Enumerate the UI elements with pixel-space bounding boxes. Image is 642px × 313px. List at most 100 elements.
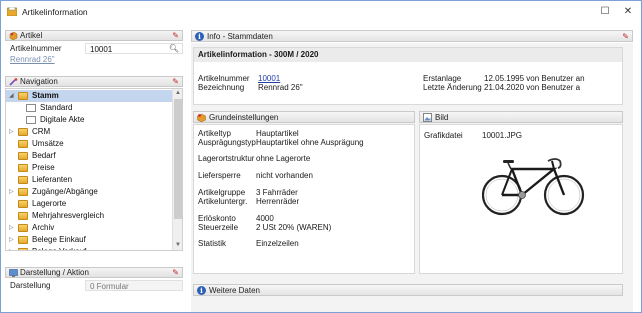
nav-item[interactable]: ◢ Stamm — [6, 90, 172, 102]
darstellung-panel-header[interactable]: Darstellung / Aktion ✎ — [5, 267, 183, 278]
info-stammdaten-title: Info - Stammdaten — [207, 32, 273, 41]
folder-icon — [18, 152, 28, 160]
bezeichnung-value: Rennrad 26" — [258, 83, 303, 92]
nav-item-label: Bedarf — [32, 151, 56, 160]
navigation-icon — [9, 78, 18, 86]
nav-item-label: Belege Verkauf — [32, 247, 86, 250]
grafikdatei-value: 10001.JPG — [482, 131, 523, 140]
scroll-thumb[interactable] — [174, 99, 182, 219]
expander-icon[interactable]: ▷ — [9, 187, 16, 197]
nav-item[interactable]: ▷ Zugänge/Abgänge — [6, 186, 172, 198]
bicycle-image — [482, 158, 585, 216]
darstellung-icon — [9, 269, 18, 277]
bild-card: Grafikdatei 10001.JPG — [419, 124, 623, 274]
folder-icon — [18, 164, 28, 172]
scroll-down-icon[interactable]: ▼ — [173, 241, 182, 250]
grundeinstellungen-card: Artikeltyp Hauptartikel Ausprägungstyp Haup… — [193, 124, 415, 274]
document-icon — [26, 116, 36, 124]
setting-value: Herrenräder — [256, 197, 300, 206]
nav-item[interactable]: Lieferanten — [6, 174, 172, 186]
search-icon[interactable]: 🔍︎ — [169, 44, 179, 53]
expander-icon[interactable]: ▷ — [9, 247, 16, 250]
grundeinstellungen-header[interactable]: Grundeinstellungen — [193, 111, 415, 123]
weitere-daten-header[interactable]: i Weitere Daten — [193, 284, 623, 296]
artikel-panel-title: Artikel — [20, 31, 43, 40]
article-info-window: Artikelinformation ☐ ✕ Artikel ✎ Artikel… — [0, 0, 642, 313]
setting-value: Hauptartikel ohne Ausprägung — [256, 138, 364, 147]
setting-value: 2 USt 20% (WAREN) — [256, 223, 332, 232]
bild-header[interactable]: Bild — [419, 111, 623, 123]
nav-scrollbar[interactable]: ▲ ▼ — [172, 89, 182, 250]
grafikdatei-label: Grafikdatei — [424, 131, 463, 140]
setting-label: Statistik — [198, 239, 227, 248]
pin-icon[interactable]: ✎ — [172, 31, 179, 41]
nav-item[interactable]: ▷ CRM — [6, 126, 172, 138]
pin-icon[interactable]: ✎ — [172, 77, 179, 87]
artikelnummer-input[interactable]: 10001 🔍︎ — [85, 43, 183, 54]
expander-icon[interactable]: ▷ — [9, 235, 16, 245]
scroll-up-icon[interactable]: ▲ — [173, 89, 182, 98]
info-stammdaten-header[interactable]: i Info - Stammdaten ✎ — [191, 30, 633, 42]
setting-label: Lagerortstruktur — [198, 154, 255, 163]
folder-icon — [18, 212, 28, 220]
document-icon — [26, 104, 36, 112]
pin-icon[interactable]: ✎ — [622, 32, 629, 42]
folder-icon — [18, 188, 28, 196]
artikel-panel-header[interactable]: Artikel ✎ — [5, 30, 183, 41]
darstellung-select[interactable]: 0 Formular — [85, 280, 183, 291]
nav-item-label: Belege Einkauf — [32, 235, 86, 244]
darstellung-row: Darstellung 0 Formular — [5, 280, 183, 291]
grundeinstellungen-icon — [197, 113, 206, 122]
darstellung-panel-title: Darstellung / Aktion — [20, 268, 89, 277]
nav-item[interactable]: Digitale Akte — [6, 114, 172, 126]
nav-item-label: CRM — [32, 127, 51, 136]
setting-value: nicht vorhanden — [256, 171, 313, 180]
window-title: Artikelinformation — [22, 7, 88, 17]
title-bar: Artikelinformation ☐ ✕ — [1, 1, 641, 23]
nav-item[interactable]: Lagerorte — [6, 198, 172, 210]
grundeinstellungen-title: Grundeinstellungen — [209, 113, 279, 122]
folder-icon — [18, 176, 28, 184]
nav-item-label: Digitale Akte — [40, 115, 85, 124]
nav-item-label: Preise — [32, 163, 55, 172]
nav-item[interactable]: Bedarf — [6, 150, 172, 162]
nav-item-label: Mehrjahresvergleich — [32, 211, 105, 220]
artikelinformation-title: Artikelinformation - 300M / 2020 — [198, 50, 319, 59]
info-panel: i Info - Stammdaten ✎ Artikelinformation… — [191, 30, 633, 312]
nav-item-label: Lagerorte — [32, 199, 67, 208]
folder-icon — [18, 92, 28, 100]
artikelinformation-titlebar: Artikelinformation - 300M / 2020 — [194, 48, 622, 62]
left-panel: Artikel ✎ Artikelnummer 10001 🔍︎ Rennrad… — [5, 30, 183, 312]
bild-title: Bild — [435, 113, 449, 122]
article-name-link[interactable]: Rennrad 26" — [10, 55, 55, 64]
nav-item[interactable]: Standard — [6, 102, 172, 114]
setting-label: Liefersperre — [198, 171, 241, 180]
nav-item[interactable]: ▷ Belege Verkauf — [6, 246, 172, 250]
expander-icon[interactable]: ▷ — [9, 127, 16, 137]
folder-icon — [18, 248, 28, 250]
darstellung-value: 0 Formular — [90, 282, 129, 291]
darstellung-label: Darstellung — [10, 281, 51, 290]
nav-item-label: Umsätze — [32, 139, 64, 148]
setting-value: Einzelzeilen — [256, 239, 299, 248]
folder-icon — [18, 128, 28, 136]
artikelnummer-label: Artikelnummer — [10, 44, 62, 53]
nav-item[interactable]: Preise — [6, 162, 172, 174]
navigation-panel-header[interactable]: Navigation ✎ — [5, 76, 183, 87]
expander-icon[interactable]: ◢ — [9, 91, 16, 101]
maximize-icon[interactable]: ☐ — [598, 5, 612, 19]
nav-item[interactable]: ▷ Belege Einkauf — [6, 234, 172, 246]
artikel-icon — [9, 32, 18, 40]
close-icon[interactable]: ✕ — [621, 5, 635, 19]
nav-item[interactable]: ▷ Archiv — [6, 222, 172, 234]
setting-label: Artikeluntergr. — [198, 197, 248, 206]
info-content-area: Artikelinformation - 300M / 2020 Artikel… — [191, 43, 633, 312]
setting-value: ohne Lagerorte — [256, 154, 311, 163]
expander-icon[interactable]: ▷ — [9, 223, 16, 233]
nav-item[interactable]: Mehrjahresvergleich — [6, 210, 172, 222]
nav-item-label: Lieferanten — [32, 175, 73, 184]
artikelnummer-row: Artikelnummer 10001 🔍︎ — [5, 43, 183, 54]
nav-item[interactable]: Umsätze — [6, 138, 172, 150]
pin-icon[interactable]: ✎ — [172, 268, 179, 278]
bezeichnung-label: Bezeichnung — [198, 83, 245, 92]
